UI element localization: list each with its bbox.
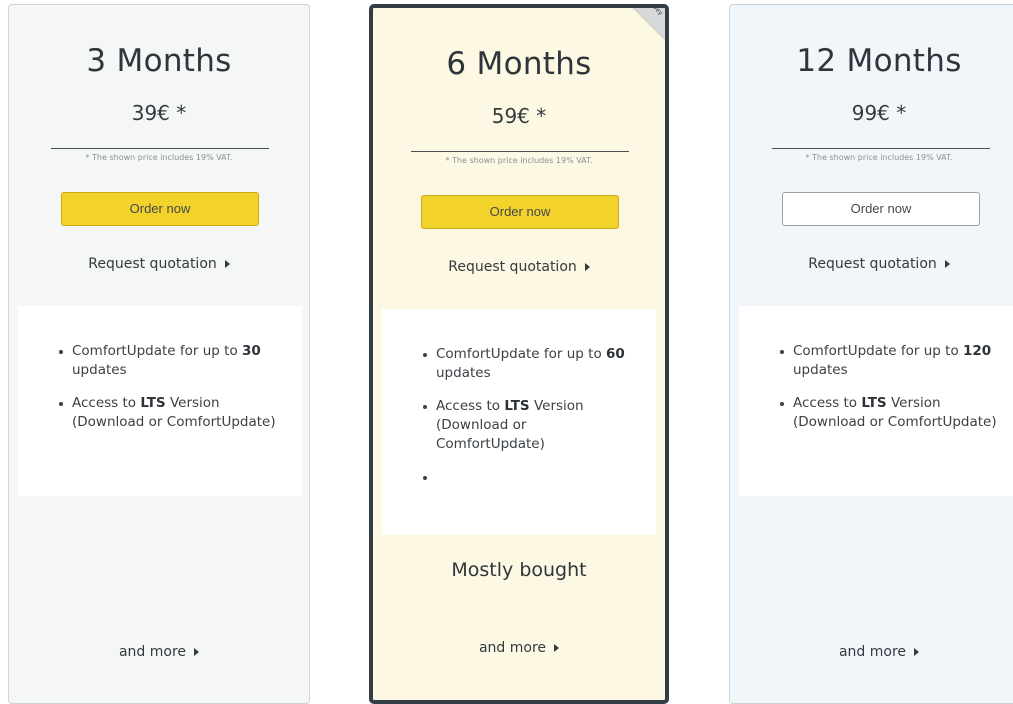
plan-title: 3 Months: [86, 43, 232, 79]
plan-title: 12 Months: [796, 43, 962, 79]
request-quotation-link[interactable]: Request quotation: [373, 259, 665, 275]
plan-price: 59€ *: [491, 104, 547, 128]
vat-note: * The shown price includes 19% VAT.: [85, 153, 233, 162]
feature-comfortupdate: ComfortUpdate for up to 30 updates: [59, 342, 284, 380]
plan-card-6-months: LimeSurvey 6 Months 59€ * * The shown pr…: [369, 4, 669, 704]
order-now-button[interactable]: Order now: [61, 192, 259, 226]
plan-price: 39€ *: [131, 101, 187, 125]
request-quotation-link[interactable]: Request quotation: [9, 256, 309, 272]
feature-lts-access: Access to LTS Version (Download or Comfo…: [423, 397, 638, 454]
plan-price: 99€ *: [851, 101, 907, 125]
triangle-right-icon: [224, 260, 230, 268]
feature-comfortupdate: ComfortUpdate for up to 120 updates: [780, 342, 1005, 380]
and-more-link[interactable]: and more: [9, 644, 309, 660]
features-list: ComfortUpdate for up to 30 updates Acces…: [18, 306, 302, 432]
request-quotation-link[interactable]: Request quotation: [730, 256, 1013, 272]
triangle-right-icon: [944, 260, 950, 268]
feature-lts-access: Access to LTS Version (Download or Comfo…: [780, 394, 1005, 432]
and-more-link[interactable]: and more: [373, 640, 665, 656]
features-list: ComfortUpdate for up to 120 updates Acce…: [739, 306, 1013, 432]
vat-note: * The shown price includes 19% VAT.: [445, 156, 593, 165]
mostly-bought-label: Mostly bought: [451, 559, 587, 581]
request-quotation-label: Request quotation: [808, 256, 937, 272]
feature-comfortupdate: ComfortUpdate for up to 60 updates: [423, 345, 638, 383]
price-divider: [51, 148, 269, 149]
triangle-right-icon: [194, 648, 200, 656]
and-more-label: and more: [838, 644, 907, 660]
features-box: ComfortUpdate for up to 30 updates Acces…: [18, 306, 302, 496]
ribbon-text: LimeSurvey: [634, 8, 664, 16]
and-more-label: and more: [478, 640, 547, 656]
plan-card-12-months: 12 Months 99€ * * The shown price includ…: [729, 4, 1013, 704]
plan-title: 6 Months: [446, 46, 592, 82]
triangle-right-icon: [914, 648, 920, 656]
and-more-link[interactable]: and more: [730, 644, 1013, 660]
features-box: ComfortUpdate for up to 120 updates Acce…: [739, 306, 1013, 496]
request-quotation-label: Request quotation: [448, 259, 577, 275]
price-divider: [411, 151, 629, 152]
order-now-button[interactable]: Order now: [782, 192, 980, 226]
triangle-right-icon: [584, 263, 590, 271]
vat-note: * The shown price includes 19% VAT.: [805, 153, 953, 162]
and-more-label: and more: [118, 644, 187, 660]
features-list: ComfortUpdate for up to 60 updates Acces…: [382, 309, 656, 480]
price-divider: [772, 148, 990, 149]
order-now-button[interactable]: Order now: [421, 195, 619, 229]
request-quotation-label: Request quotation: [88, 256, 217, 272]
triangle-right-icon: [554, 644, 560, 652]
features-box: ComfortUpdate for up to 60 updates Acces…: [382, 309, 656, 535]
feature-lts-access: Access to LTS Version (Download or Comfo…: [59, 394, 284, 432]
plan-card-3-months: 3 Months 39€ * * The shown price include…: [8, 4, 310, 704]
